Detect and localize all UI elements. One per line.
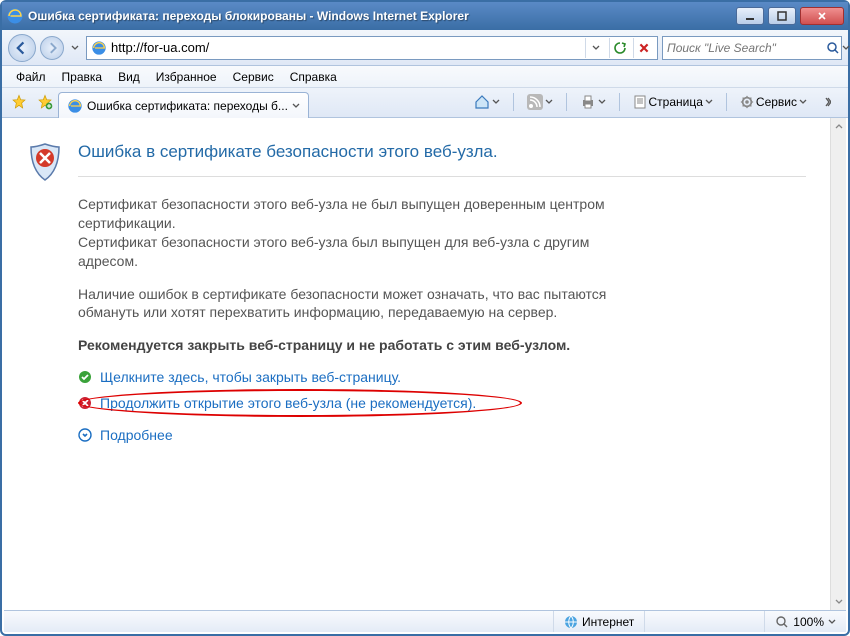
home-button[interactable] (469, 91, 505, 113)
menu-tools[interactable]: Сервис (225, 67, 282, 87)
forward-button[interactable] (40, 36, 64, 60)
refresh-button[interactable] (609, 38, 629, 58)
cert-paragraph-3: Наличие ошибок в сертификате безопасност… (78, 285, 638, 323)
recent-pages-dropdown[interactable] (68, 34, 82, 62)
zone-indicator[interactable]: Интернет (553, 611, 644, 632)
page-icon (91, 40, 107, 56)
command-bar: Страница Сервис (461, 91, 844, 117)
address-input[interactable] (111, 40, 581, 55)
close-page-link[interactable]: Щелкните здесь, чтобы закрыть веб-страни… (100, 369, 401, 385)
cert-paragraph-2: Сертификат безопасности этого веб-узла б… (78, 233, 638, 271)
tab-title: Ошибка сертификата: переходы б... (87, 99, 288, 113)
tab-dropdown-icon[interactable] (292, 102, 300, 110)
menu-file[interactable]: Файл (8, 67, 54, 87)
scroll-down-button[interactable] (831, 594, 846, 610)
search-options-dropdown[interactable] (842, 38, 850, 58)
more-info-link[interactable]: Подробнее (100, 427, 173, 443)
cert-recommendation: Рекомендуется закрыть веб-страницу и не … (78, 336, 638, 355)
add-favorites-button[interactable] (34, 91, 56, 113)
tab-bar: Ошибка сертификата: переходы б... Страни… (2, 88, 848, 118)
more-info-action: Подробнее (78, 427, 806, 443)
stop-button[interactable] (633, 38, 653, 58)
zone-label: Интернет (582, 615, 634, 629)
ie-logo-icon (6, 7, 24, 25)
menu-edit[interactable]: Правка (54, 67, 111, 87)
navigation-bar (2, 30, 848, 66)
scroll-up-button[interactable] (831, 118, 846, 134)
window-titlebar: Ошибка сертификата: переходы блокированы… (2, 2, 848, 30)
back-button[interactable] (8, 34, 36, 62)
address-dropdown[interactable] (585, 38, 605, 58)
zoom-value: 100% (793, 615, 824, 629)
content-area: Ошибка в сертификате безопасности этого … (4, 118, 846, 610)
maximize-button[interactable] (768, 7, 796, 25)
cert-error-heading: Ошибка в сертификате безопасности этого … (78, 142, 806, 162)
tools-menu-button[interactable]: Сервис (735, 92, 812, 112)
close-button[interactable] (800, 7, 844, 25)
menu-bar: Файл Правка Вид Избранное Сервис Справка (2, 66, 848, 88)
status-message (4, 611, 553, 632)
zoom-dropdown-icon[interactable] (828, 618, 836, 626)
expand-icon (78, 428, 92, 442)
favorites-center-button[interactable] (8, 91, 30, 113)
check-shield-icon (78, 370, 92, 384)
continue-link[interactable]: Продолжить открытие этого веб-узла (не р… (100, 395, 476, 411)
menu-favorites[interactable]: Избранное (148, 67, 225, 87)
toolbar-chevron-button[interactable] (820, 93, 836, 111)
menu-help[interactable]: Справка (282, 67, 345, 87)
browser-tab[interactable]: Ошибка сертификата: переходы б... (58, 92, 309, 118)
tools-label: Сервис (756, 95, 797, 109)
page-label: Страница (649, 95, 703, 109)
search-input[interactable] (667, 41, 824, 55)
print-button[interactable] (575, 91, 611, 113)
cert-paragraph-1: Сертификат безопасности этого веб-узла н… (78, 195, 638, 233)
shield-error-icon (28, 142, 60, 453)
tab-ie-icon (67, 98, 83, 114)
address-bar (86, 36, 658, 60)
protected-mode-seg (644, 611, 764, 632)
page-menu-button[interactable]: Страница (628, 92, 718, 112)
feeds-button[interactable] (522, 91, 558, 113)
menu-view[interactable]: Вид (110, 67, 148, 87)
window-title: Ошибка сертификата: переходы блокированы… (28, 9, 736, 23)
globe-icon (564, 615, 578, 629)
search-button[interactable] (826, 38, 840, 58)
zoom-icon (775, 615, 789, 629)
status-bar: Интернет 100% (4, 610, 846, 632)
divider (78, 176, 806, 177)
continue-action: Продолжить открытие этого веб-узла (не р… (78, 395, 806, 411)
minimize-button[interactable] (736, 7, 764, 25)
search-bar (662, 36, 842, 60)
vertical-scrollbar[interactable] (830, 118, 846, 610)
zoom-control[interactable]: 100% (764, 611, 846, 632)
warning-shield-icon (78, 396, 92, 410)
close-page-action: Щелкните здесь, чтобы закрыть веб-страни… (78, 369, 806, 385)
